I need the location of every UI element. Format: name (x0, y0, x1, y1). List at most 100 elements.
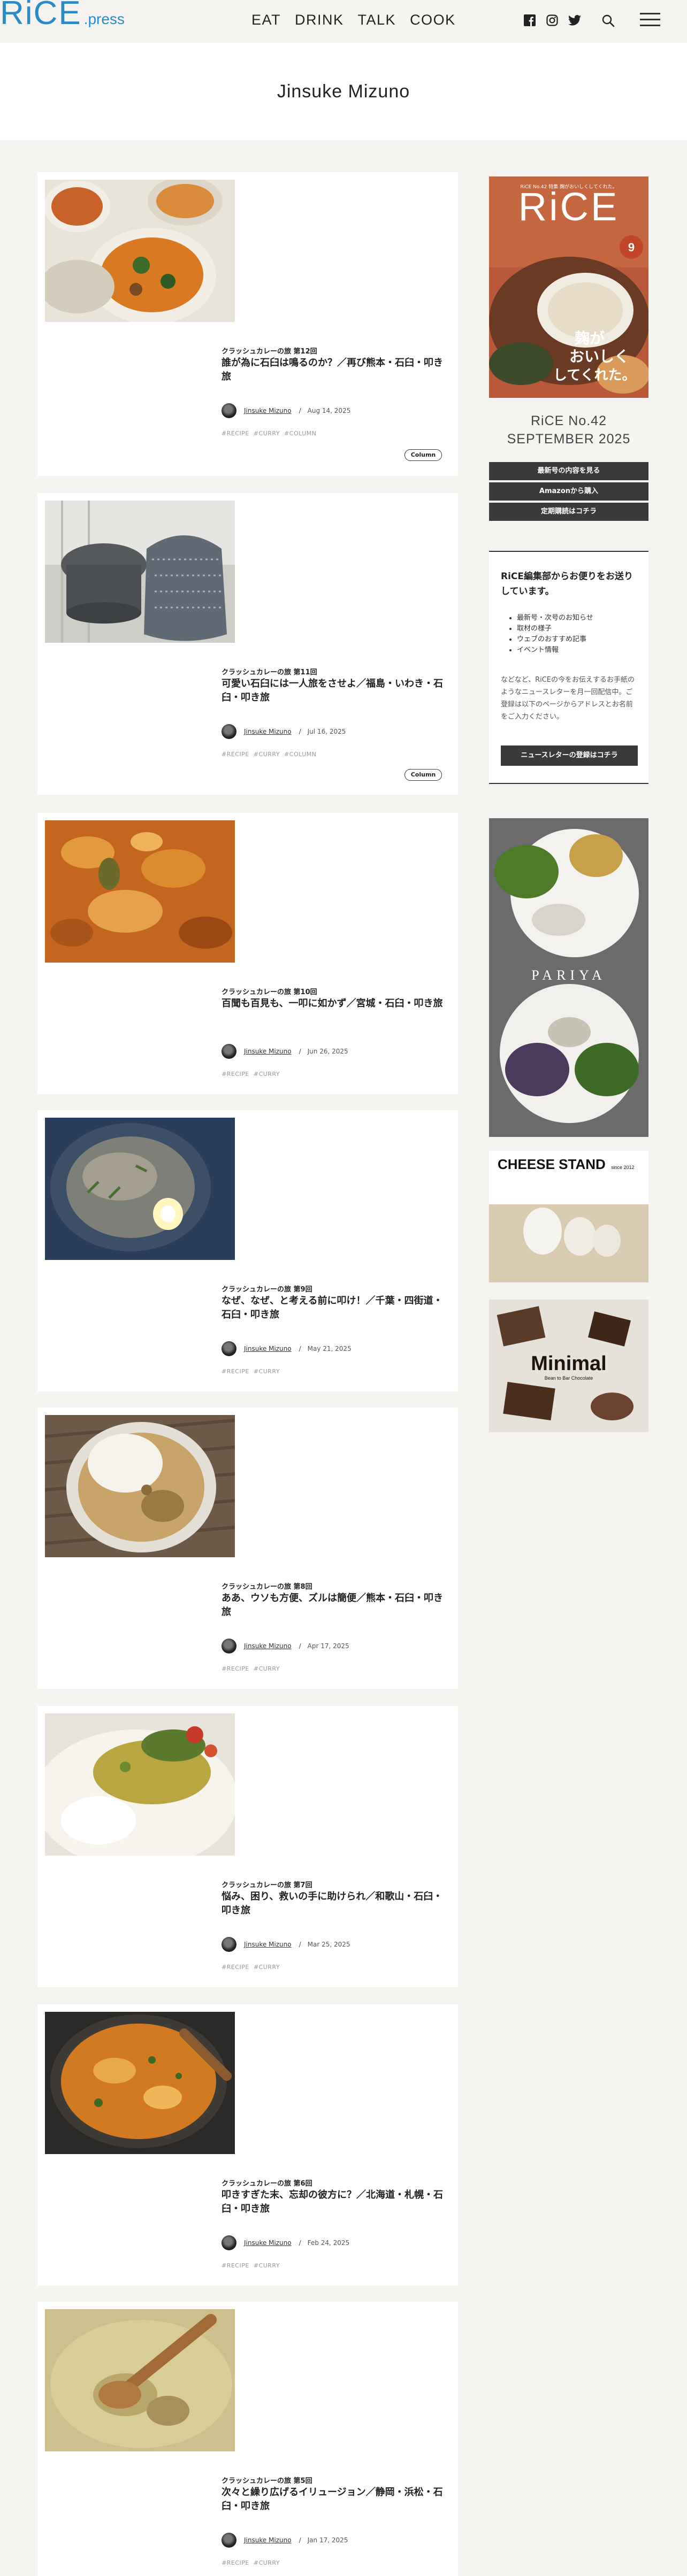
post-date: Aug 14, 2025 (307, 407, 351, 414)
main-nav: EAT DRINK TALK COOK (251, 12, 456, 28)
author-avatar[interactable] (222, 2235, 236, 2250)
post-card[interactable]: クラッシュカレーの旅 第12回 誰が為に石臼は鳴るのか？／再び熊本・石臼・叩き旅… (37, 172, 458, 476)
ad-banner-minimal[interactable]: Minimal Bean to Bar Chocolate (489, 1299, 648, 1432)
tag[interactable]: #RECIPE (222, 1665, 249, 1672)
post-card[interactable]: クラッシュカレーの旅 第11回 可愛い石臼には一人旅をさせよ／福島・いわき・石臼… (37, 493, 458, 795)
post-meta: Jinsuke Mizuno / Jan 17, 2025 (222, 2533, 348, 2548)
post-thumbnail[interactable] (45, 1118, 235, 1260)
view-latest-issue-button[interactable]: 最新号の内容を見る (489, 462, 648, 480)
post-meta: Jinsuke Mizuno / Apr 17, 2025 (222, 1639, 349, 1654)
post-title[interactable]: なぜ、なぜ、と考える前に叩け！／千葉・四街道・石臼・叩き旅 (222, 1294, 446, 1322)
post-meta: Jinsuke Mizuno / Jul 16, 2025 (222, 724, 346, 739)
tag[interactable]: #RECIPE (222, 2262, 249, 2269)
author-avatar[interactable] (222, 1937, 236, 1952)
post-date: May 21, 2025 (307, 1345, 352, 1352)
author-avatar[interactable] (222, 1341, 236, 1356)
tag[interactable]: #CURRY (254, 1368, 280, 1375)
post-thumbnail[interactable] (45, 1713, 235, 1856)
post-title[interactable]: ああ、ウソも方便、ズルは簡便／熊本・石臼・叩き旅 (222, 1591, 446, 1619)
nav-drink[interactable]: DRINK (295, 12, 344, 28)
author-avatar[interactable] (222, 1639, 236, 1654)
post-title[interactable]: 次々と繰り広げるイリュージョン／静岡・浜松・石臼・叩き旅 (222, 2486, 446, 2513)
ad-banner-pariya[interactable]: PARIYA (489, 818, 648, 1137)
mag-caption-issue[interactable]: RiCE No.42 (482, 412, 656, 430)
post-title[interactable]: 悩み、困り、救いの手に助けられ／和歌山・石臼・叩き旅 (222, 1890, 446, 1918)
mag-caption-date[interactable]: SEPTEMBER 2025 (482, 430, 656, 448)
page-title: Jinsuke Mizuno (277, 81, 410, 102)
tag[interactable]: #RECIPE (222, 430, 249, 437)
post-title[interactable]: 可愛い石臼には一人旅をさせよ／福島・いわき・石臼・叩き旅 (222, 677, 446, 705)
buy-amazon-button[interactable]: Amazonから購入 (489, 482, 648, 501)
tag[interactable]: #CURRY (254, 1964, 280, 1971)
logo-sub-text[interactable]: .press (84, 6, 125, 33)
search-icon[interactable] (601, 14, 615, 28)
author-link[interactable]: Jinsuke Mizuno (244, 1941, 292, 1948)
tag[interactable]: #CURRY (254, 751, 280, 758)
post-tags: #RECIPE #CURRY (222, 2559, 280, 2566)
post-thumbnail[interactable] (45, 1415, 235, 1557)
post-card[interactable]: クラッシュカレーの旅 第9回 なぜ、なぜ、と考える前に叩け！／千葉・四街道・石臼… (37, 1110, 458, 1391)
post-card[interactable]: クラッシュカレーの旅 第10回 百聞も百見も、一叩に如かず／宮城・石臼・叩き旅 … (37, 813, 458, 1094)
magazine-caption[interactable]: RiCE No.42 SEPTEMBER 2025 (482, 412, 656, 448)
site-logo[interactable]: RiCE .press (0, 0, 125, 32)
hamburger-menu-icon[interactable] (640, 13, 660, 28)
twitter-icon[interactable] (568, 14, 581, 27)
author-link[interactable]: Jinsuke Mizuno (244, 2536, 292, 2544)
newsletter-signup-button[interactable]: ニュースレターの登録はコチラ (501, 745, 638, 766)
nav-eat[interactable]: EAT (251, 12, 281, 28)
post-card[interactable]: クラッシュカレーの旅 第5回 次々と繰り広げるイリュージョン／静岡・浜松・石臼・… (37, 2302, 458, 2576)
tag[interactable]: #COLUMN (284, 751, 316, 758)
logo-main-text[interactable]: RiCE (0, 0, 82, 30)
author-avatar[interactable] (222, 724, 236, 739)
meta-separator: / (299, 1941, 301, 1948)
newsletter-list-item: 取材の様子 (517, 624, 593, 634)
author-avatar[interactable] (222, 1044, 236, 1059)
post-thumbnail[interactable] (45, 2012, 235, 2154)
tag[interactable]: #RECIPE (222, 751, 249, 758)
post-thumbnail[interactable] (45, 180, 235, 322)
ad-banner-cheese-stand[interactable]: CHEESE STAND since 2012 (489, 1151, 648, 1282)
author-link[interactable]: Jinsuke Mizuno (244, 407, 292, 414)
nav-talk[interactable]: TALK (358, 12, 396, 28)
post-meta: Jinsuke Mizuno / Mar 25, 2025 (222, 1937, 350, 1952)
post-thumbnail[interactable] (45, 820, 235, 963)
post-card[interactable]: クラッシュカレーの旅 第6回 叩きすぎた末、忘却の彼方に？／北海道・札幌・石臼・… (37, 2004, 458, 2286)
subscribe-button[interactable]: 定期購読はコチラ (489, 503, 648, 521)
author-link[interactable]: Jinsuke Mizuno (244, 1642, 292, 1650)
author-avatar[interactable] (222, 2533, 236, 2548)
post-title[interactable]: 百聞も百見も、一叩に如かず／宮城・石臼・叩き旅 (222, 997, 446, 1011)
tag[interactable]: #RECIPE (222, 2559, 249, 2566)
category-badge[interactable]: Column (404, 449, 442, 461)
author-link[interactable]: Jinsuke Mizuno (244, 1048, 292, 1055)
tag[interactable]: #CURRY (254, 2559, 280, 2566)
newsletter-list: 最新号・次号のお知らせ 取材の様子 ウェブのおすすめ記事 イベント情報 (517, 613, 593, 656)
facebook-icon[interactable] (523, 14, 536, 27)
post-series: クラッシュカレーの旅 第9回 (222, 1286, 312, 1294)
post-title[interactable]: 叩きすぎた末、忘却の彼方に？／北海道・札幌・石臼・叩き旅 (222, 2188, 446, 2216)
tag[interactable]: #CURRY (254, 2262, 280, 2269)
post-card[interactable]: クラッシュカレーの旅 第7回 悩み、困り、救いの手に助けられ／和歌山・石臼・叩き… (37, 1706, 458, 1987)
post-card[interactable]: クラッシュカレーの旅 第8回 ああ、ウソも方便、ズルは簡便／熊本・石臼・叩き旅 … (37, 1408, 458, 1689)
post-thumbnail[interactable] (45, 2309, 235, 2451)
ad-brand-text: CHEESE STAND (498, 1156, 606, 1172)
category-badge[interactable]: Column (404, 769, 442, 781)
tag[interactable]: #CURRY (254, 430, 280, 437)
post-thumbnail[interactable] (45, 501, 235, 643)
tag[interactable]: #CURRY (254, 1665, 280, 1672)
tag[interactable]: #CURRY (254, 1071, 280, 1078)
author-link[interactable]: Jinsuke Mizuno (244, 1345, 292, 1352)
tag[interactable]: #RECIPE (222, 1071, 249, 1078)
magazine-cover[interactable]: 9 RiCE RiCE No.42 特集 麹がおいしくしてくれた。 麹が おいし… (489, 176, 648, 398)
post-title[interactable]: 誰が為に石臼は鳴るのか？／再び熊本・石臼・叩き旅 (222, 356, 446, 384)
meta-separator: / (299, 1345, 301, 1352)
post-series: クラッシュカレーの旅 第6回 (222, 2180, 312, 2188)
tag[interactable]: #COLUMN (284, 430, 316, 437)
nav-cook[interactable]: COOK (410, 12, 456, 28)
author-link[interactable]: Jinsuke Mizuno (244, 728, 292, 735)
instagram-icon[interactable] (546, 14, 559, 27)
meta-separator: / (299, 728, 301, 735)
tag[interactable]: #RECIPE (222, 1964, 249, 1971)
author-link[interactable]: Jinsuke Mizuno (244, 2239, 292, 2247)
tag[interactable]: #RECIPE (222, 1368, 249, 1375)
author-avatar[interactable] (222, 403, 236, 418)
